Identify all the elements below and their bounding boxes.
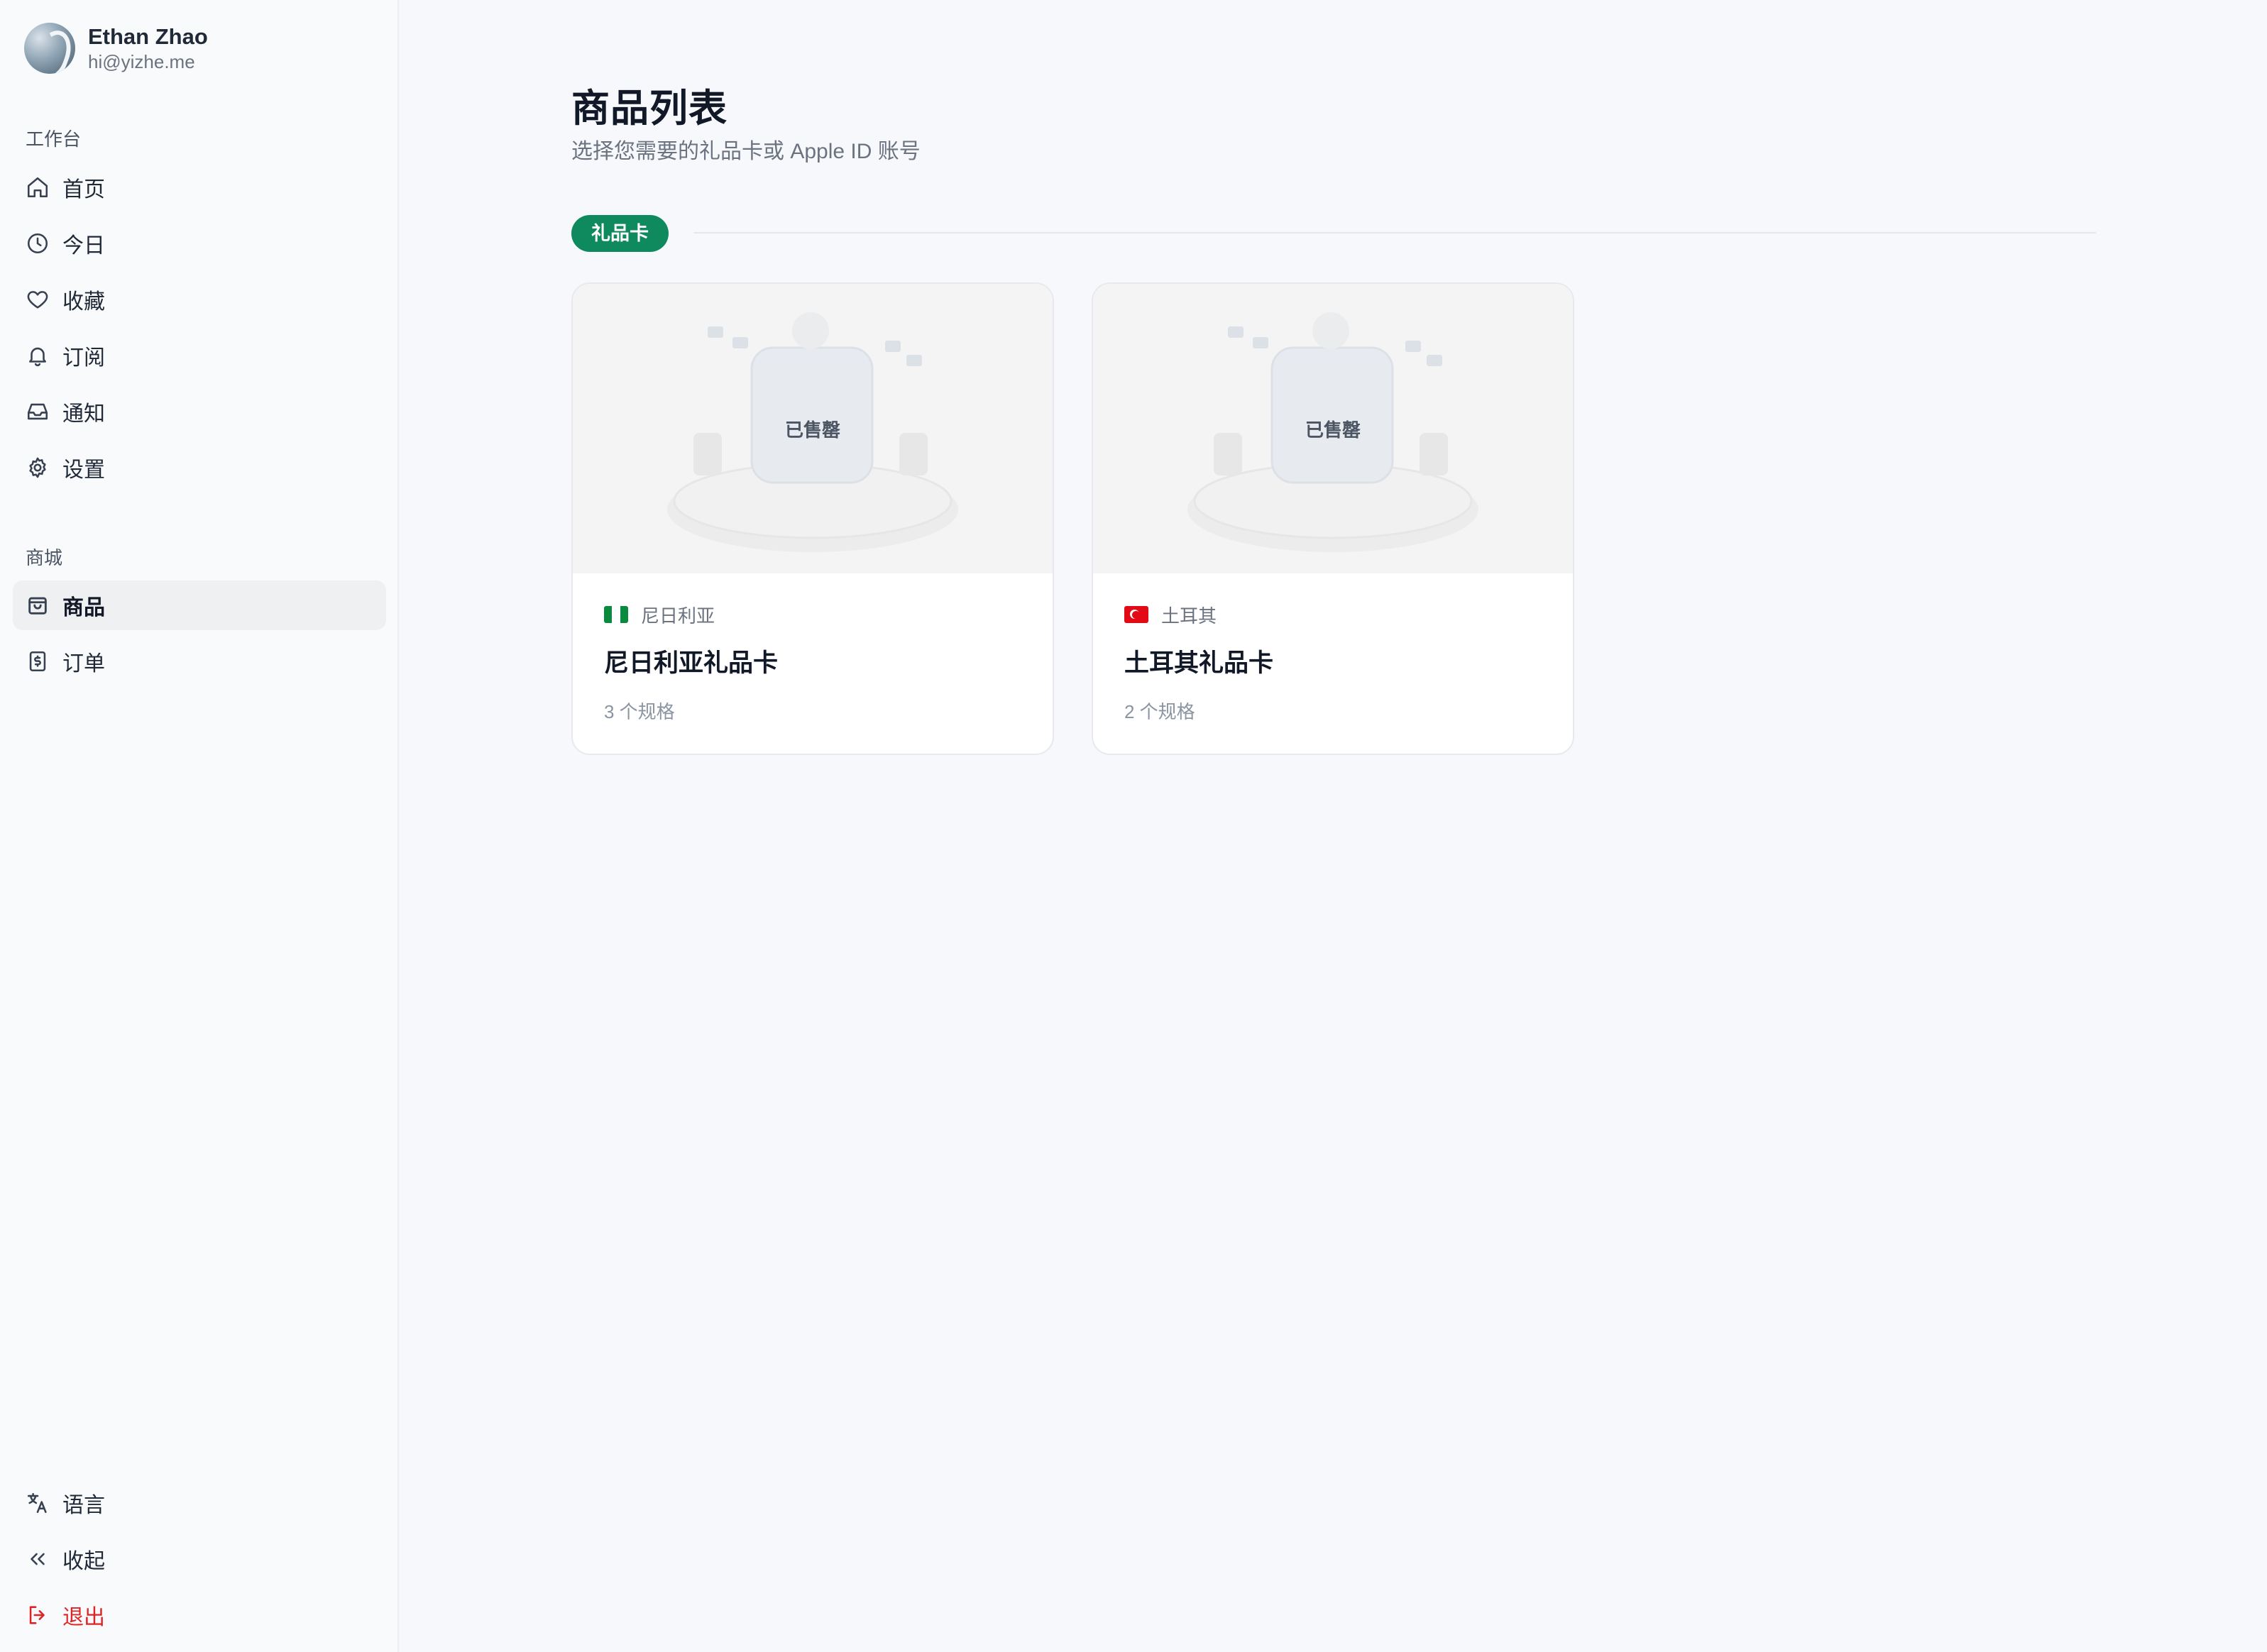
product-image: 已售罄 (1093, 284, 1573, 573)
avatar[interactable] (24, 23, 75, 74)
sidebar-item-label: 通知 (62, 402, 105, 426)
page-title: 商品列表 (571, 87, 728, 130)
heart-icon (26, 287, 50, 312)
sidebar-item-subscriptions[interactable]: 订阅 (13, 331, 386, 380)
bell-icon (26, 343, 50, 368)
product-image: 已售罄 (573, 284, 1053, 573)
sidebar-item-products[interactable]: 商品 (13, 580, 386, 630)
section-label-shop: 商城 (26, 547, 63, 568)
sidebar-item-label: 收起 (62, 1550, 105, 1573)
user-email: hi@yizhe.me (88, 51, 195, 72)
product-title: 土耳其礼品卡 (1124, 649, 1274, 677)
sidebar-item-label: 语言 (62, 1494, 105, 1517)
chevrons-left-icon (26, 1547, 50, 1571)
main-content: 商品列表 选择您需要的礼品卡或 Apple ID 账号 礼品卡 已售罄 尼日利亚… (400, 0, 2267, 1652)
inbox-icon (26, 400, 50, 424)
sidebar: Ethan Zhao hi@yizhe.me 工作台 首页 今日 收藏 订阅 通… (0, 0, 399, 1652)
sidebar-item-settings[interactable]: 设置 (13, 443, 386, 492)
sidebar-item-logout[interactable]: 退出 (13, 1590, 386, 1640)
page-subtitle: 选择您需要的礼品卡或 Apple ID 账号 (571, 140, 921, 163)
product-card[interactable]: 已售罄 土耳其 土耳其礼品卡 2 个规格 (1092, 282, 1574, 755)
sidebar-item-label: 设置 (62, 458, 105, 482)
sidebar-item-label: 首页 (62, 178, 105, 202)
home-icon (26, 175, 50, 199)
sidebar-item-label: 退出 (62, 1606, 105, 1629)
shopping-bag-icon (26, 593, 50, 617)
section-label-workspace: 工作台 (26, 128, 82, 150)
product-card[interactable]: 已售罄 尼日利亚 尼日利亚礼品卡 3 个规格 (571, 282, 1054, 755)
sidebar-item-collapse[interactable]: 收起 (13, 1534, 386, 1584)
country-name: 尼日利亚 (641, 605, 715, 627)
turkey-flag-icon (1124, 606, 1148, 623)
sidebar-item-label: 商品 (62, 596, 105, 620)
product-specs: 3 个规格 (604, 701, 675, 722)
category-tag[interactable]: 礼品卡 (571, 215, 669, 252)
product-title: 尼日利亚礼品卡 (604, 649, 779, 677)
sidebar-item-today[interactable]: 今日 (13, 219, 386, 268)
sidebar-item-label: 订阅 (62, 346, 105, 370)
sidebar-item-label: 收藏 (62, 290, 105, 314)
section-header: 礼品卡 (571, 213, 2096, 253)
gear-icon (26, 456, 50, 480)
sidebar-item-language[interactable]: 语言 (13, 1478, 386, 1528)
user-name: Ethan Zhao (88, 24, 208, 49)
sidebar-item-label: 订单 (62, 652, 105, 676)
nigeria-flag-icon (604, 606, 628, 623)
receipt-icon (26, 649, 50, 673)
translate-icon (26, 1491, 50, 1515)
clock-icon (26, 231, 50, 255)
user-profile[interactable]: Ethan Zhao hi@yizhe.me (24, 23, 208, 74)
sidebar-item-favorites[interactable]: 收藏 (13, 275, 386, 324)
logout-icon (26, 1603, 50, 1627)
sidebar-item-notifications[interactable]: 通知 (13, 387, 386, 436)
divider (693, 232, 2096, 233)
sidebar-item-label: 今日 (62, 234, 105, 258)
app-shell: Ethan Zhao hi@yizhe.me 工作台 首页 今日 收藏 订阅 通… (0, 0, 2267, 1652)
sidebar-item-home[interactable]: 首页 (13, 163, 386, 212)
country-name: 土耳其 (1161, 605, 1217, 627)
sold-out-label: 已售罄 (784, 419, 840, 441)
sidebar-item-orders[interactable]: 订单 (13, 637, 386, 686)
sold-out-label: 已售罄 (1305, 419, 1361, 441)
product-specs: 2 个规格 (1124, 701, 1195, 722)
